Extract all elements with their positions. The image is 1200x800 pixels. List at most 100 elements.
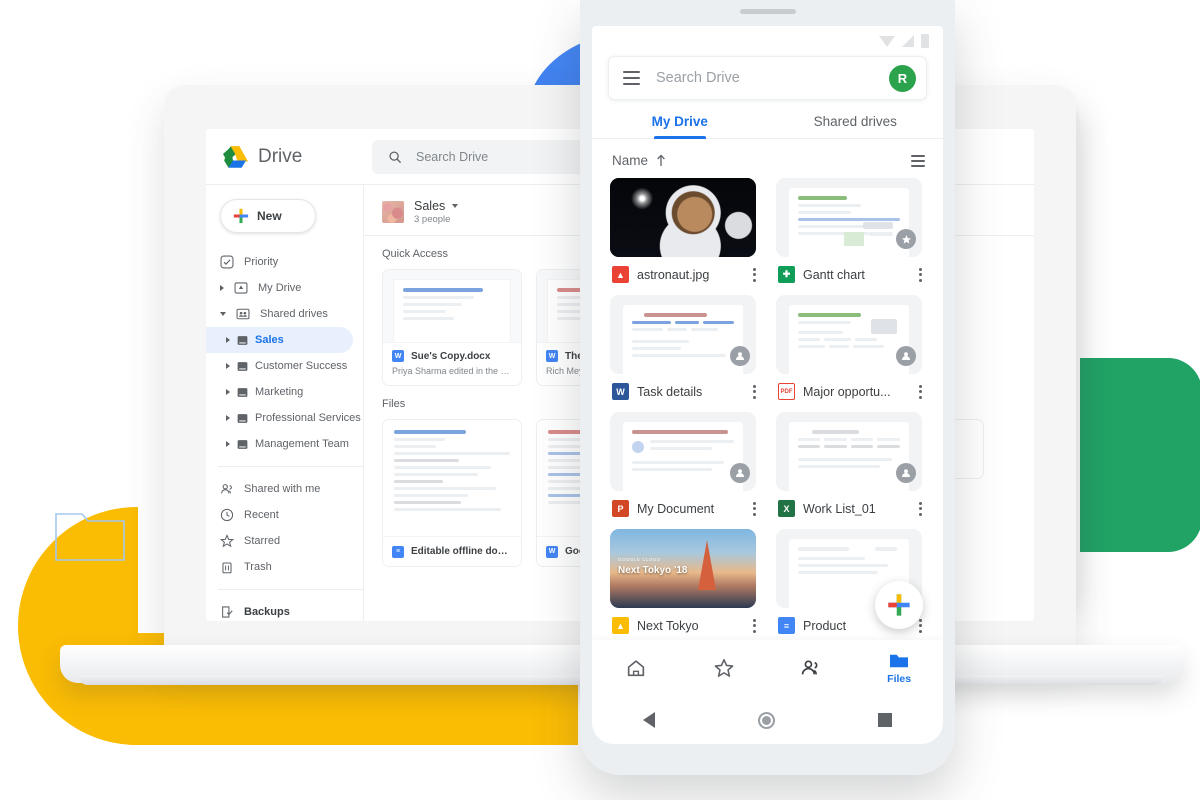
chevron-right-icon[interactable] [226, 363, 230, 369]
sidebar-divider [218, 589, 363, 590]
new-button[interactable]: New [220, 199, 316, 233]
desktop-search-placeholder: Search Drive [416, 149, 489, 164]
chevron-right-icon[interactable] [226, 389, 230, 395]
green-rounded-block-decoration [1078, 358, 1200, 552]
chevron-down-icon[interactable] [220, 312, 226, 316]
word-file-icon: W [392, 350, 404, 362]
bottom-nav-starred[interactable] [680, 657, 768, 679]
sidebar-item-shared-with-me[interactable]: Shared with me [206, 476, 363, 502]
mobile-tabs: My Drive Shared drives [592, 114, 943, 139]
docs-file-icon: ≡ [392, 545, 404, 558]
word-file-icon: W [546, 350, 558, 362]
file-meta: Priya Sharma edited in the past year [392, 366, 512, 376]
sidebar-item-priority[interactable]: Priority [206, 249, 363, 275]
back-button[interactable] [643, 712, 656, 728]
file-grid-item[interactable]: ✚ Gantt chart [776, 178, 922, 283]
drive-icon [237, 439, 248, 449]
sidebar-item-label: Sales [255, 334, 284, 346]
more-options-icon[interactable] [919, 267, 922, 282]
sort-button[interactable]: Name [612, 153, 667, 168]
tab-label: My Drive [651, 114, 708, 129]
more-options-icon[interactable] [919, 384, 922, 399]
chevron-right-icon[interactable] [226, 441, 230, 447]
hamburger-icon[interactable] [623, 71, 640, 85]
file-name: Work List_01 [803, 501, 876, 516]
tab-label: Shared drives [813, 114, 897, 129]
tab-shared-drives[interactable]: Shared drives [768, 114, 944, 138]
file-thumbnail [610, 412, 756, 491]
signal-icon [902, 35, 914, 47]
sidebar-item-backups[interactable]: Backups [206, 599, 363, 621]
sidebar-item-label: Backups [244, 606, 290, 618]
file-grid-item[interactable]: W Task details [610, 295, 756, 400]
file-grid-item[interactable]: P My Document [610, 412, 756, 517]
mobile-sort-row: Name [592, 139, 943, 178]
more-options-icon[interactable] [753, 618, 756, 633]
sidebar-item-marketing[interactable]: Marketing [206, 379, 363, 405]
shared-badge [730, 463, 750, 483]
sidebar-item-label: Shared drives [260, 308, 328, 320]
file-name: Gantt chart [803, 267, 865, 282]
sidebar-item-trash[interactable]: Trash [206, 554, 363, 580]
chevron-right-icon[interactable] [226, 415, 230, 421]
bottom-nav-shared[interactable] [768, 657, 856, 679]
file-grid-item[interactable]: X Work List_01 [776, 412, 922, 517]
file-grid-item[interactable]: ▲ astronaut.jpg [610, 178, 756, 283]
chevron-right-icon[interactable] [226, 337, 230, 343]
mobile-search-bar[interactable]: Search Drive R [608, 56, 927, 100]
tokyo-photo: GOOGLE CLOUD Next Tokyo '18 [610, 529, 756, 608]
my-drive-icon [234, 282, 248, 294]
file-thumbnail [383, 270, 521, 342]
mobile-file-grid: ▲ astronaut.jpg ✚ Gantt chart W Task det… [592, 178, 943, 646]
screenshot-root: doors Financial Fore. e past year Media … [0, 0, 1200, 800]
home-button[interactable] [757, 711, 775, 729]
drive-logo[interactable]: Drive [206, 145, 364, 169]
more-options-icon[interactable] [753, 384, 756, 399]
list-view-icon[interactable] [911, 154, 925, 167]
sidebar-item-my-drive[interactable]: My Drive [206, 275, 363, 301]
more-options-icon[interactable] [919, 618, 922, 633]
drive-icon [237, 387, 248, 397]
folder-outline-icon [55, 513, 125, 561]
sidebar-item-starred[interactable]: Starred [206, 528, 363, 554]
recents-button[interactable] [877, 713, 892, 727]
sidebar-item-sales[interactable]: Sales [206, 327, 353, 353]
bottom-nav-home[interactable] [592, 657, 680, 679]
more-options-icon[interactable] [753, 267, 756, 282]
bottom-nav-files[interactable]: Files [855, 652, 943, 685]
chevron-right-icon[interactable] [220, 285, 224, 291]
drive-icon [237, 361, 248, 371]
file-grid-item[interactable]: GOOGLE CLOUD Next Tokyo '18 ▲ Next Tokyo [610, 529, 756, 634]
arrow-up-icon [657, 154, 665, 166]
docs-file-icon: ≡ [778, 617, 795, 634]
file-card[interactable]: ≡ Editable offline docu... [382, 419, 522, 567]
desktop-sidebar: New Priority My Drive Shared drives Sale… [206, 185, 364, 621]
sidebar-item-professional-services[interactable]: Professional Services [206, 405, 363, 431]
android-system-nav [592, 696, 943, 744]
avatar[interactable]: R [889, 64, 916, 92]
sidebar-item-customer-success[interactable]: Customer Success [206, 353, 363, 379]
starred-badge [896, 229, 916, 249]
file-name: Editable offline docu... [411, 546, 512, 557]
tab-my-drive[interactable]: My Drive [592, 114, 768, 138]
sidebar-item-label: My Drive [258, 282, 302, 294]
chevron-down-icon[interactable] [452, 204, 459, 208]
file-name: Sue's Copy.docx [411, 350, 491, 362]
shared-badge [730, 346, 750, 366]
more-options-icon[interactable] [753, 501, 756, 516]
sidebar-item-management-team[interactable]: Management Team [206, 431, 363, 457]
more-options-icon[interactable] [919, 501, 922, 516]
tokyo-tower-shape [697, 540, 716, 591]
sidebar-item-shared-drives[interactable]: Shared drives [206, 301, 363, 327]
sidebar-item-label: Marketing [255, 386, 304, 398]
breadcrumb-subtitle: 3 people [414, 214, 451, 225]
backup-icon [222, 606, 233, 618]
drive-icon [237, 335, 248, 345]
sidebar-item-recent[interactable]: Recent [206, 502, 363, 528]
battery-icon [921, 34, 929, 48]
file-grid-item[interactable]: PDF Major opportu... [776, 295, 922, 400]
create-new-fab[interactable] [875, 581, 923, 629]
file-name: astronaut.jpg [637, 267, 710, 282]
home-icon [627, 660, 645, 677]
quick-access-card[interactable]: W Sue's Copy.docx Priya Sharma edited in… [382, 269, 522, 386]
